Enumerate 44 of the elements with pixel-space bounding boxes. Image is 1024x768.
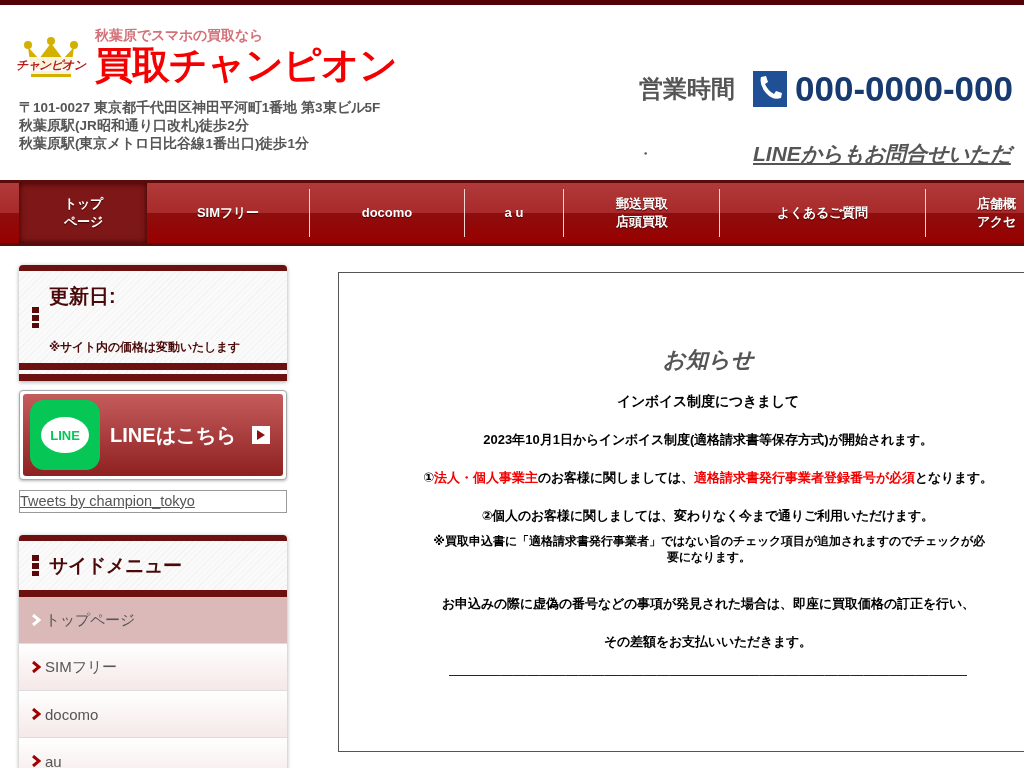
line-button[interactable]: LINE LINEはこちら — [23, 394, 283, 476]
side-menu-item[interactable]: au — [19, 738, 287, 768]
tweets-link[interactable]: Tweets by champion_tokyo — [19, 490, 287, 513]
phone-icon — [753, 71, 787, 108]
side-menu-item[interactable]: docomo — [19, 691, 287, 738]
hours-value: ・ — [639, 144, 653, 163]
address-line: 秋葉原駅(東京メトロ日比谷線1番出口)徒歩1分 — [19, 135, 310, 153]
chevron-icon — [31, 755, 41, 767]
tagline: 秋葉原でスマホの買取なら — [95, 27, 264, 43]
chevron-icon — [31, 661, 41, 673]
update-title: 更新日: — [49, 284, 117, 309]
site-name[interactable]: 買取チャンピオン — [95, 43, 397, 87]
notice-note: ※買取申込書に「適格請求書発行事業者」ではない旨のチェック項目が追加されますのでチェックが必要になります。 — [432, 533, 986, 565]
menu-title: サイドメニュー — [49, 553, 182, 578]
line-logo: LINE — [30, 400, 100, 470]
bars-icon — [32, 555, 39, 576]
nav-tab[interactable]: 郵送買取 店頭買取 — [564, 189, 720, 237]
notice-text: その差額をお支払いいただきます。 — [603, 633, 813, 651]
price-note: ※サイト内の価格は変動いたします — [49, 340, 242, 355]
play-icon — [252, 426, 270, 444]
address-line: 〒101-0027 東京都千代田区神田平河町1番地 第3東ビル5F — [19, 99, 382, 117]
crown-logo: チャンピオン — [19, 37, 85, 87]
address-line: 秋葉原駅(JR昭和通り口改札)徒歩2分 — [19, 117, 250, 135]
chevron-icon — [31, 614, 41, 626]
nav-tab[interactable]: docomo — [310, 189, 465, 237]
nav-tab[interactable]: SIMフリー — [147, 189, 310, 237]
notice-title: お知らせ — [661, 346, 756, 374]
notice-subtitle: インボイス制度につきまして — [616, 393, 800, 411]
dash-rule: ―――――――――――――――――――――――――――――――――――――――― — [448, 667, 968, 682]
nav-tab[interactable]: よくあるご質問 — [720, 189, 926, 237]
nav-tab[interactable]: a u — [465, 189, 564, 237]
side-menu-item[interactable]: トップページ — [19, 597, 287, 644]
notice-text: お申込みの際に虚偽の番号などの事項が発見された場合は、即座に買取価格の訂正を行い、 — [440, 595, 976, 613]
phone-number[interactable]: 000-0000-000 — [795, 69, 1013, 110]
nav-tab[interactable]: トップ ページ — [19, 183, 147, 243]
notice-text: ①法人・個人事業主のお客様に関しましては、適格請求書発行事業者登録番号が必須となります。 — [422, 469, 994, 487]
nav-tab[interactable]: 店舗概 アクセ — [926, 189, 1024, 237]
notice-text: 2023年10月1日からインボイス制度(適格請求書等保存方式)が開始されます。 — [482, 431, 934, 449]
hours-label: 営業時間 — [639, 74, 736, 105]
notice-text: ②個人のお客様に関しましては、変わりなく今まで通りご利用いただけます。 — [480, 507, 936, 525]
chevron-icon — [31, 708, 41, 720]
side-menu-item[interactable]: SIMフリー — [19, 644, 287, 691]
bars-icon — [32, 307, 39, 328]
line-contact-link[interactable]: LINEからもお問合せいただ — [753, 139, 1013, 168]
